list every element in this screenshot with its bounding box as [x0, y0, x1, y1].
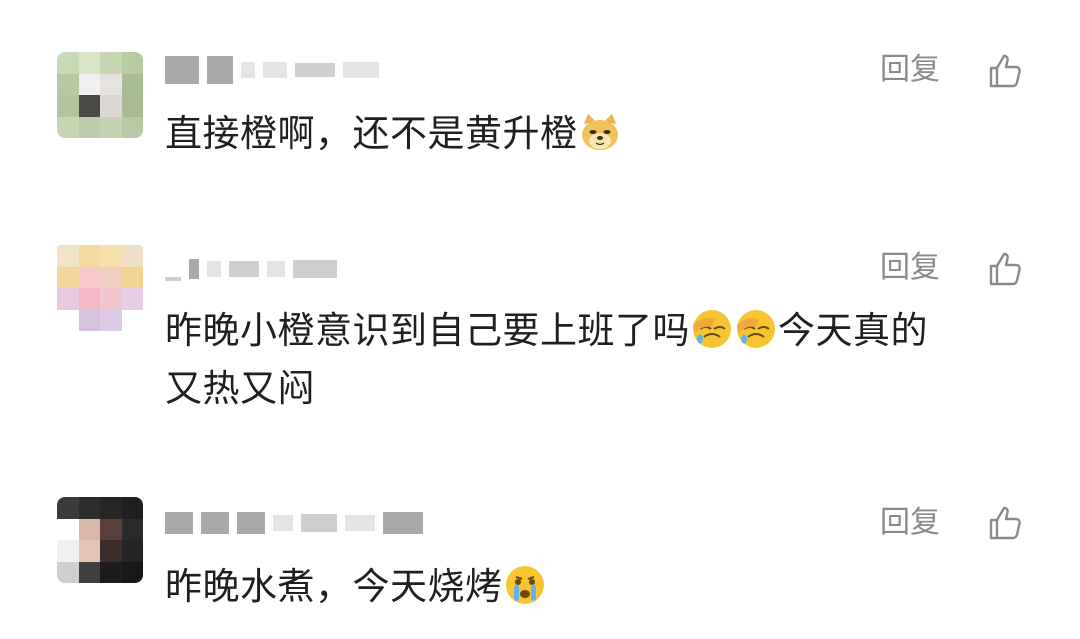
crying-emoji — [505, 566, 544, 604]
avatar[interactable] — [57, 245, 143, 331]
avatar[interactable] — [57, 497, 143, 583]
username-blurred[interactable] — [165, 254, 455, 284]
username-blurred[interactable] — [165, 55, 455, 85]
username-blurred[interactable] — [165, 508, 455, 538]
facepalm-emoji — [693, 310, 731, 348]
facepalm-emoji — [737, 310, 775, 348]
thumbs-up-icon[interactable] — [985, 249, 1025, 289]
comment-text: 昨晚小橙意识到自己要上班了吗 今天真的 又热又闷 — [165, 309, 928, 410]
avatar[interactable] — [57, 52, 143, 138]
comment-text: 昨晚水煮，今天烧烤 — [165, 558, 1025, 616]
thumbs-up-icon[interactable] — [985, 51, 1025, 91]
reply-button[interactable]: 回复 — [880, 505, 940, 541]
reply-button[interactable]: 回复 — [880, 250, 940, 286]
reply-button[interactable]: 回复 — [880, 52, 940, 88]
thumbs-up-icon[interactable] — [985, 503, 1025, 543]
comment-text: 直接橙啊，还不是黄升橙 — [165, 105, 1025, 163]
doge-emoji — [581, 114, 618, 150]
